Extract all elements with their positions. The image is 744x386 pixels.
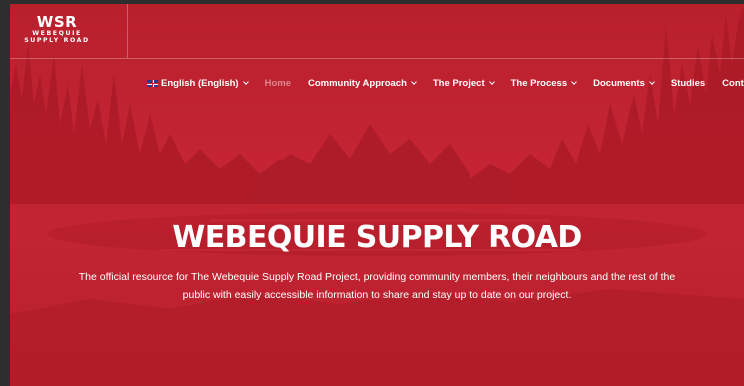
logo-line-2: SUPPLY ROAD — [24, 37, 90, 44]
nav-item-documents[interactable]: Documents — [593, 78, 655, 89]
logo-wordmark: WSR — [36, 13, 78, 31]
hero-description: The official resource for The Webequie S… — [78, 271, 676, 301]
chevron-down-icon — [571, 79, 577, 85]
chevron-down-icon — [242, 79, 249, 85]
chevron-down-icon — [411, 79, 417, 85]
language-selector[interactable]: English (English) — [147, 78, 249, 89]
nav-item-contact[interactable]: Contact — [722, 78, 744, 89]
nav-item-label: Studies — [670, 78, 706, 89]
hero-section: WSR WEBEQUIE SUPPLY ROAD English (Englis… — [10, 4, 744, 386]
nav-item-label: Home — [264, 78, 291, 89]
nav-item-home[interactable]: Home — [265, 78, 291, 89]
nav-item-label: Contact — [722, 78, 744, 89]
nav-item-community-approach[interactable]: Community Approach — [308, 78, 417, 89]
logo-divider — [127, 4, 128, 58]
nav-item-label: The Process — [510, 78, 568, 89]
browser-frame: WSR WEBEQUIE SUPPLY ROAD English (Englis… — [0, 0, 744, 386]
nav-item-label: The Project — [432, 78, 485, 89]
nav-item-the-process[interactable]: The Process — [511, 78, 577, 89]
nav-item-label: Documents — [593, 78, 645, 89]
nav-item-label: Community Approach — [308, 78, 407, 89]
forest-background-image — [10, 4, 744, 386]
chevron-down-icon — [649, 79, 655, 85]
site-logo[interactable]: WSR WEBEQUIE SUPPLY ROAD — [23, 14, 91, 44]
nav-item-the-project[interactable]: The Project — [432, 78, 495, 89]
header-divider — [10, 58, 744, 59]
chevron-down-icon — [488, 79, 495, 85]
uk-flag-icon — [147, 80, 158, 87]
nav-item-studies[interactable]: Studies — [671, 78, 705, 89]
hero-title: WEBEQUIE SUPPLY ROAD — [172, 220, 582, 255]
language-label: English (English) — [161, 78, 239, 89]
main-navigation: English (English) Home Community Approac… — [147, 78, 744, 89]
logo-line-1: WEBEQUIE — [32, 30, 82, 37]
